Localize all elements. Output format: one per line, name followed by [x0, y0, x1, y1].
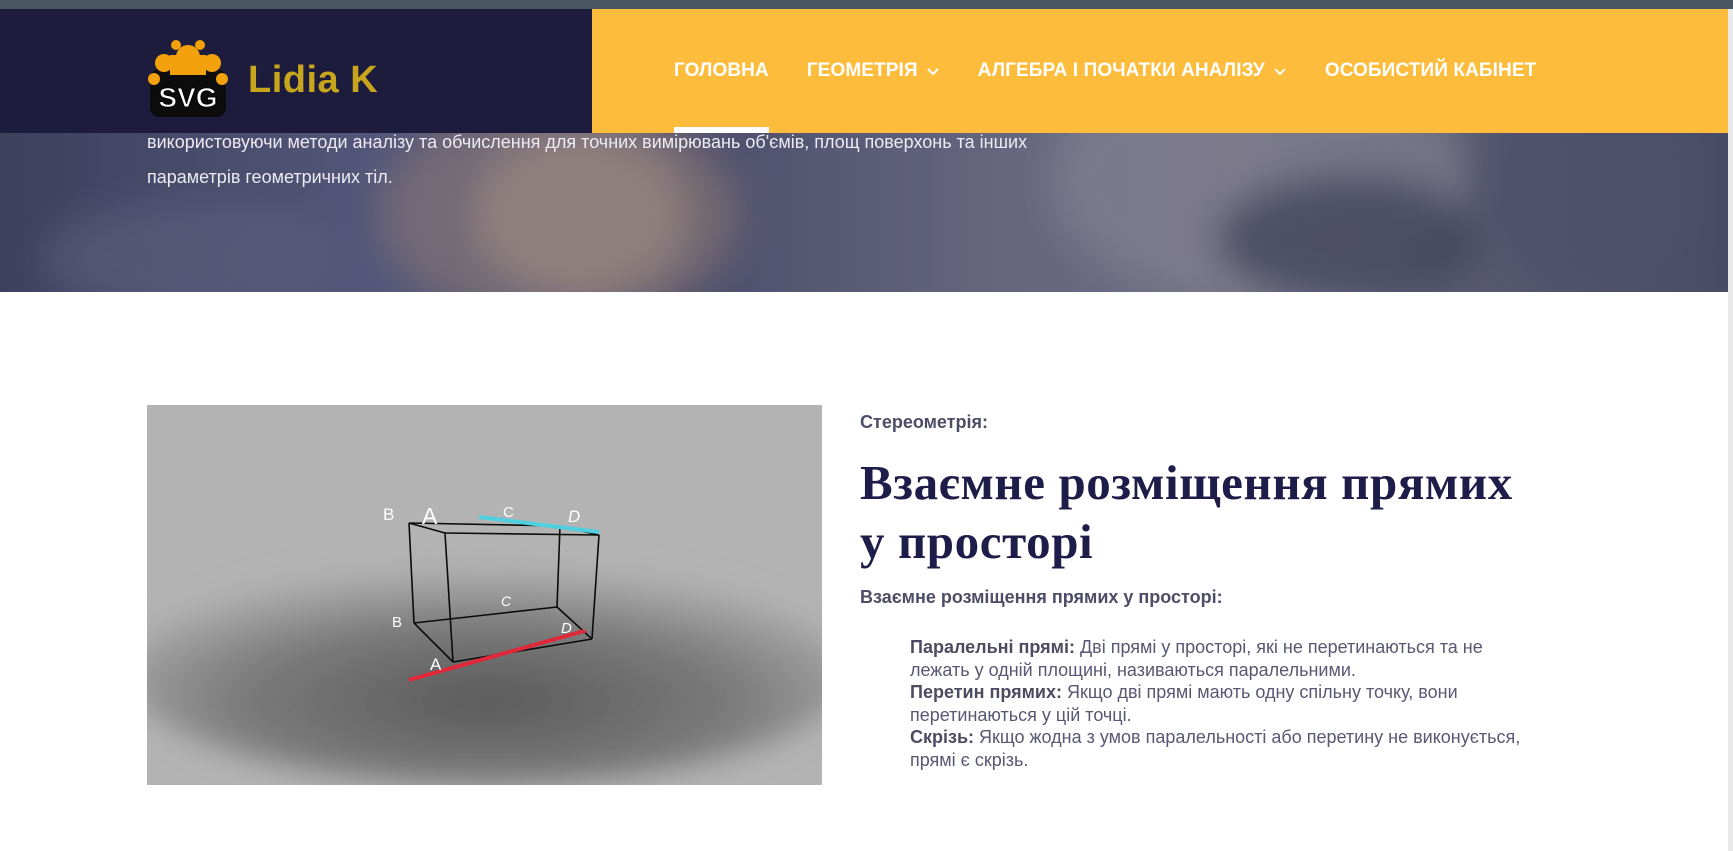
- site-logo[interactable]: SVG Lidia K: [148, 39, 378, 121]
- article-subhead: Взаємне розміщення прямих у просторі:: [860, 587, 1223, 607]
- chevron-down-icon: [1274, 68, 1286, 76]
- label-b: B: [392, 614, 402, 631]
- article-title: Взаємне розміщення прямих у просторі: [860, 455, 1513, 569]
- label-c: C: [501, 593, 512, 609]
- label-d: D: [561, 620, 572, 637]
- nav-item-geometry[interactable]: ГЕОМЕТРІЯ: [807, 9, 940, 133]
- header-brand-area: SVG Lidia K: [0, 9, 592, 133]
- nav-item-label: ГЕОМЕТРІЯ: [806, 60, 918, 81]
- chevron-down-icon: [926, 68, 939, 76]
- nav-item-account[interactable]: ОСОБИСТИЙ КАБІНЕТ: [1325, 9, 1537, 133]
- definitions-list: Паралельні прямі: Дві прямі у просторі, …: [910, 636, 1540, 771]
- main-navigation-bar: ГОЛОВНА ГЕОМЕТРІЯ АЛГЕБРА І ПОЧАТКИ АНАЛ…: [592, 9, 1728, 133]
- article: Стереометрія: Взаємне розміщення прямих …: [860, 405, 1540, 771]
- term-label: Скрізь:: [910, 727, 975, 747]
- term-label: Паралельні прямі:: [910, 637, 1075, 657]
- list-item: Паралельні прямі: Дві прямі у просторі, …: [910, 636, 1540, 681]
- nav-item-label: ГОЛОВНА: [674, 60, 769, 81]
- nav-item-home[interactable]: ГОЛОВНА: [674, 9, 769, 133]
- label-d1: D: [568, 507, 580, 526]
- cube-shadow: [147, 565, 822, 785]
- label-a: A: [430, 655, 442, 674]
- label-b1: B: [383, 505, 394, 524]
- logo-badge-text: SVG: [158, 82, 217, 113]
- list-item: Перетин прямих: Якщо дві прямі мають одн…: [910, 681, 1540, 726]
- nav-item-label: ОСОБИСТИЙ КАБІНЕТ: [1324, 60, 1537, 81]
- hero-line-2: параметрів геометричних тіл.: [147, 167, 393, 187]
- hero-description: використовуючи методи аналізу та обчисле…: [147, 125, 1087, 195]
- term-label: Перетин прямих:: [910, 682, 1062, 702]
- label-c1: C: [503, 504, 514, 521]
- main-nav: ГОЛОВНА ГЕОМЕТРІЯ АЛГЕБРА І ПОЧАТКИ АНАЛ…: [674, 9, 1574, 133]
- browser-top-strip: [0, 0, 1733, 9]
- logo-badge-icon: SVG: [148, 39, 230, 121]
- cube-illustration: B A C D B C D A: [147, 405, 822, 785]
- term-text: Якщо жодна з умов паралельності або пере…: [910, 727, 1521, 770]
- logo-text: Lidia K: [248, 58, 379, 101]
- article-kicker: Стереометрія:: [860, 412, 988, 432]
- page-scrollbar[interactable]: [1728, 9, 1733, 851]
- nav-item-label: АЛГЕБРА І ПОЧАТКИ АНАЛІЗУ: [977, 60, 1265, 81]
- nav-item-algebra[interactable]: АЛГЕБРА І ПОЧАТКИ АНАЛІЗУ: [978, 9, 1287, 133]
- list-item: Скрізь: Якщо жодна з умов паралельності …: [910, 726, 1540, 771]
- label-a1: A: [422, 503, 438, 529]
